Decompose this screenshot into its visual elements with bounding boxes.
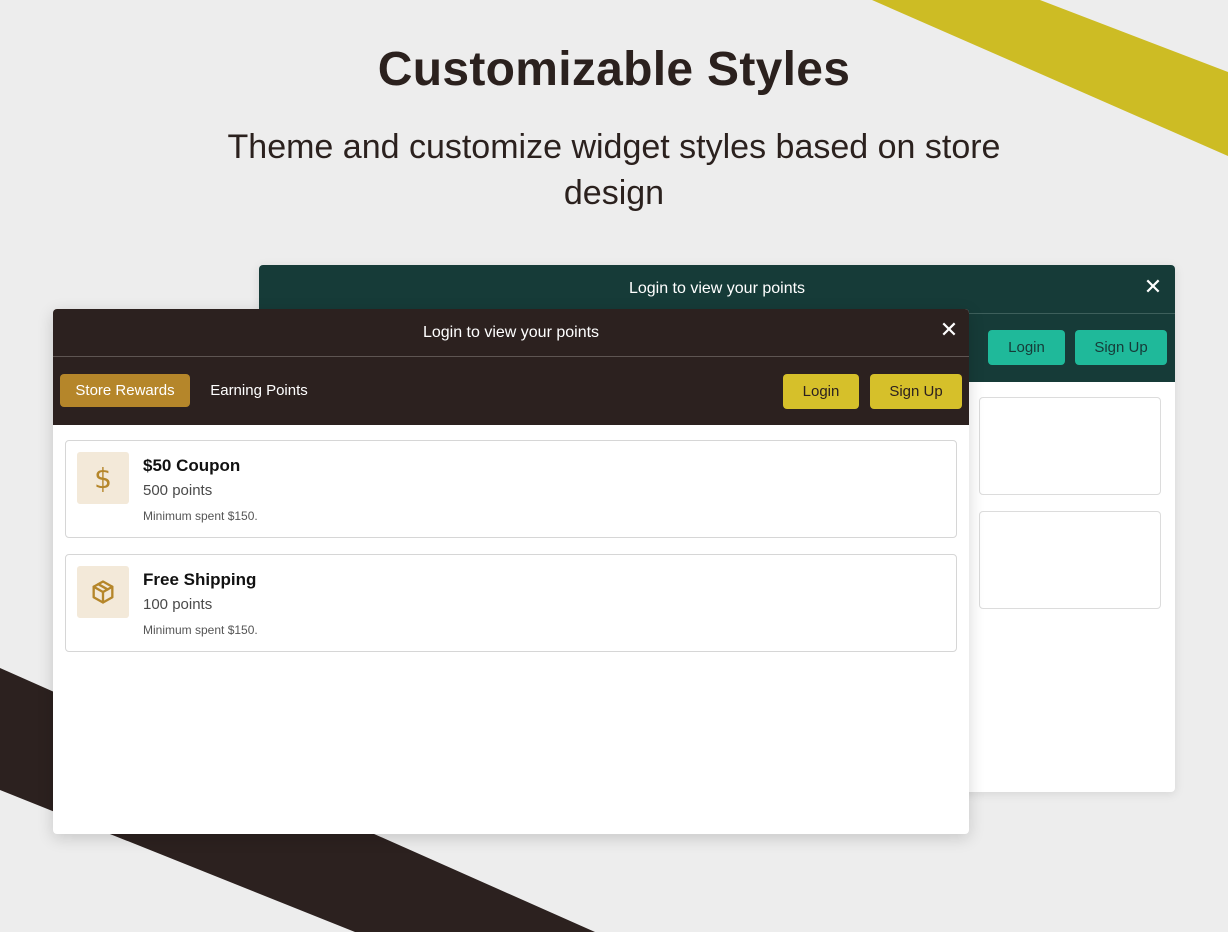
page-subtitle: Theme and customize widget styles based … — [227, 128, 1001, 212]
reward-card — [979, 397, 1161, 495]
reward-points: 100 points — [143, 596, 213, 613]
signup-button[interactable]: Sign Up — [1075, 330, 1167, 365]
close-icon[interactable]: ✕ — [1141, 275, 1165, 299]
reward-condition: Minimum spent $150. — [143, 623, 258, 637]
reward-card-coupon[interactable]: $ $50 Coupon 500 points Minimum spent $1… — [65, 440, 957, 538]
svg-text:$: $ — [94, 462, 112, 495]
dollar-icon: $ — [77, 452, 129, 504]
close-icon[interactable]: ✕ — [937, 318, 961, 342]
reward-title: Free Shipping — [143, 570, 257, 589]
tab-store-rewards[interactable]: Store Rewards — [60, 374, 190, 407]
reward-title: $50 Coupon — [143, 456, 241, 475]
widget-header-text: Login to view your points — [628, 280, 806, 297]
reward-card-free-shipping[interactable]: Free Shipping 100 points Minimum spent $… — [65, 554, 957, 652]
page-title: Customizable Styles — [377, 43, 851, 96]
reward-card — [979, 511, 1161, 609]
widget-nav-bar: Store Rewards Earning Points Login Sign … — [53, 357, 969, 425]
reward-points: 500 points — [143, 482, 213, 499]
signup-button[interactable]: Sign Up — [870, 374, 962, 409]
reward-condition: Minimum spent $150. — [143, 509, 258, 523]
tab-earning-points[interactable]: Earning Points — [199, 374, 319, 407]
widget-header: Login to view your points ✕ — [53, 309, 969, 357]
brown-theme-widget: Login to view your points ✕ Store Reward… — [53, 309, 969, 834]
login-button[interactable]: Login — [988, 330, 1065, 365]
login-button[interactable]: Login — [783, 374, 859, 409]
widget-header-text: Login to view your points — [422, 323, 600, 341]
package-icon — [77, 566, 129, 618]
widget-header: Login to view your points ✕ — [259, 265, 1175, 314]
